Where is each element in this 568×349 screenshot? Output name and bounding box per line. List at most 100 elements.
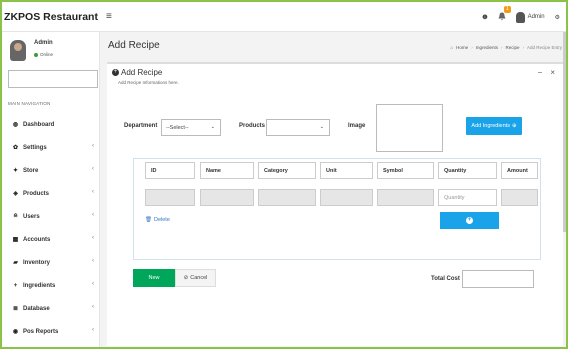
page-title: Add Recipe xyxy=(108,40,160,51)
chevron-left-icon: ‹ xyxy=(92,143,94,149)
page-scrollbar[interactable] xyxy=(563,32,566,232)
box-title: + Add Recipe xyxy=(112,68,162,77)
collapse-icon[interactable]: − xyxy=(538,68,543,77)
sidebar-item-settings[interactable]: ✿ Settings ‹ xyxy=(2,136,100,159)
chevron-left-icon: ‹ xyxy=(92,212,94,218)
sidebar-item-ingredients[interactable]: + Ingredients ‹ xyxy=(2,274,100,297)
sidebar-search-input[interactable] xyxy=(8,70,98,88)
sidebar-item-accounts[interactable]: ▦ Accounts ‹ xyxy=(2,228,100,251)
department-label: Department xyxy=(124,123,158,129)
cell-id xyxy=(145,189,195,206)
database-icon: ≣ xyxy=(12,306,19,312)
box-subtitle: Add Recipe Informations here. xyxy=(118,80,179,85)
box-title-label: Add Recipe xyxy=(121,68,163,77)
sidebar-toggle-icon[interactable]: ≡ xyxy=(106,11,112,22)
breadcrumb-separator: › xyxy=(500,45,503,50)
cell-symbol xyxy=(377,189,434,206)
sidebar-item-inventory[interactable]: ▰ Inventory ‹ xyxy=(2,251,100,274)
breadcrumb-current: Add Recipe Entry xyxy=(526,45,562,50)
chevron-down-icon: ⌄ xyxy=(210,124,215,130)
content-area: Add Recipe ⌂ Home › Ingredients › Recipe… xyxy=(100,32,566,347)
tag-icon: ◈ xyxy=(13,191,18,197)
ingredients-table: ID Name Category Unit Symbol Quantity Am… xyxy=(133,158,541,260)
breadcrumb-ingredients[interactable]: Ingredients xyxy=(476,45,498,50)
app-window: ZKPOS Restaurant ≡ ❶ 1 Admin ⚙ Admin Onl… xyxy=(0,0,568,349)
navbar-right: ❶ 1 Admin ⚙ xyxy=(482,2,560,32)
sidebar-item-store[interactable]: ✦ Store ‹ xyxy=(2,159,100,182)
column-header-quantity: Quantity xyxy=(438,162,497,179)
plus-circle-icon: ⊕ xyxy=(511,123,517,129)
products-select[interactable]: ⌄ xyxy=(266,119,330,136)
breadcrumb-recipe[interactable]: Recipe xyxy=(505,45,519,50)
brand-logo[interactable]: ZKPOS Restaurant xyxy=(2,2,100,32)
quantity-input[interactable]: Quantity xyxy=(438,189,497,206)
breadcrumb-home[interactable]: Home xyxy=(456,45,468,50)
online-status-label: Online xyxy=(40,52,54,57)
plus-circle-icon: + xyxy=(466,217,473,224)
calculator-icon: ▦ xyxy=(12,237,19,243)
column-header-id: ID xyxy=(145,162,195,179)
sidebar-item-pos-reports[interactable]: ◉ Pos Reports ‹ xyxy=(2,320,100,343)
dashboard-icon: ◍ xyxy=(12,122,19,128)
image-label: Image xyxy=(348,123,366,129)
cancel-button[interactable]: ⊘ Cancel xyxy=(175,269,216,287)
home-icon: ⌂ xyxy=(450,45,454,50)
column-header-name: Name xyxy=(200,162,254,179)
sidebar-item-products[interactable]: ◈ Products ‹ xyxy=(2,182,100,205)
add-ingredients-label: Add Ingredients xyxy=(471,123,510,129)
add-ingredients-button[interactable]: Add Ingredients ⊕ xyxy=(466,117,522,135)
close-icon[interactable]: × xyxy=(550,68,555,77)
sidebar-item-label: Dashboard xyxy=(23,121,55,128)
sidebar-item-dashboard[interactable]: ◍ Dashboard xyxy=(2,113,100,136)
chevron-down-icon: ⌄ xyxy=(319,124,324,130)
add-row-button[interactable]: + xyxy=(440,212,499,229)
delete-row-button[interactable]: 🗑 Delete xyxy=(145,217,170,223)
plus-icon: + xyxy=(13,282,18,289)
user-avatar-icon xyxy=(515,11,525,23)
chevron-left-icon: ‹ xyxy=(92,304,94,310)
new-button[interactable]: New xyxy=(133,269,175,287)
sidebar-item-label: Store xyxy=(23,167,39,174)
department-select-value: --Select-- xyxy=(166,124,189,131)
column-header-category: Category xyxy=(258,162,316,179)
column-header-symbol: Symbol xyxy=(377,162,434,179)
sidebar-item-label: Database xyxy=(23,305,50,312)
report-icon: ◉ xyxy=(12,329,19,335)
sidebar-item-label: Inventory xyxy=(23,259,51,266)
cell-category xyxy=(258,189,316,206)
department-select[interactable]: --Select-- ⌄ xyxy=(161,119,221,136)
image-upload[interactable] xyxy=(376,104,443,152)
recipe-form-box: + Add Recipe Add Recipe Informations her… xyxy=(107,62,563,346)
settings-gear-icon[interactable]: ⚙ xyxy=(555,14,560,21)
sidebar-item-users[interactable]: ⍝ Users ‹ xyxy=(2,205,100,228)
gear-icon: ✿ xyxy=(12,145,19,151)
sidebar-item-label: Users xyxy=(23,213,40,220)
truck-icon: ▰ xyxy=(13,260,18,266)
user-menu[interactable]: Admin xyxy=(515,11,545,23)
user-panel: Admin Online xyxy=(8,38,98,64)
chevron-left-icon: ‹ xyxy=(92,189,94,195)
sidebar-item-label: Ingredients xyxy=(23,282,56,289)
user-icon: ⍝ xyxy=(13,213,18,219)
cell-name xyxy=(200,189,254,206)
breadcrumb-separator: › xyxy=(471,45,473,50)
delete-label: Delete xyxy=(153,217,170,223)
sidebar-item-label: Settings xyxy=(23,144,47,151)
products-label: Products xyxy=(239,123,266,129)
notifications-icon[interactable]: 1 xyxy=(498,5,511,23)
nav-header: MAIN NAVIGATION xyxy=(8,101,51,106)
sidebar-item-label: Products xyxy=(23,190,50,197)
info-icon[interactable]: ❶ xyxy=(482,14,487,21)
notification-count-badge: 1 xyxy=(503,5,511,13)
sidebar-item-database[interactable]: ≣ Database ‹ xyxy=(2,297,100,320)
total-cost-input[interactable] xyxy=(462,270,534,288)
chevron-left-icon: ‹ xyxy=(92,258,94,264)
ban-icon: ⊘ xyxy=(183,275,189,281)
total-cost-label: Total Cost xyxy=(431,276,460,282)
sidebar: Admin Online MAIN NAVIGATION ◍ Dashboard… xyxy=(2,32,100,347)
online-dot-icon xyxy=(34,52,38,57)
plus-circle-icon: + xyxy=(112,69,119,76)
chevron-left-icon: ‹ xyxy=(92,281,94,287)
avatar xyxy=(10,40,26,61)
column-header-unit: Unit xyxy=(320,162,373,179)
